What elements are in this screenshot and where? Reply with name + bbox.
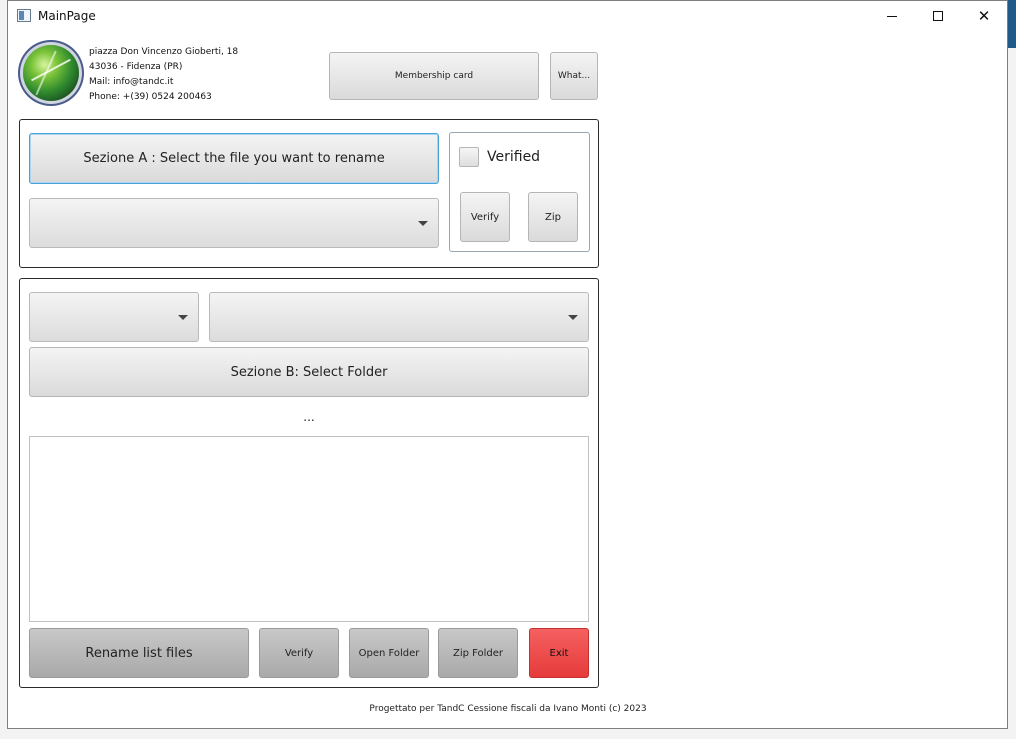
company-mail: Mail: info@tandc.it <box>89 77 174 87</box>
select-file-button[interactable]: Sezione A : Select the file you want to … <box>29 133 439 184</box>
rename-list-files-button[interactable]: Rename list files <box>29 628 249 678</box>
close-button[interactable]: ✕ <box>961 1 1007 31</box>
zip-button[interactable]: Zip <box>528 192 578 242</box>
section-b-combo-2[interactable] <box>209 292 589 342</box>
section-b-combo-1[interactable] <box>29 292 199 342</box>
what-button[interactable]: What... <box>550 52 598 100</box>
footer-credit: Progettato per TandC Cessione fiscali da… <box>369 704 647 714</box>
verify-folder-button[interactable]: Verify <box>259 628 339 678</box>
section-b-panel: Sezione B: Select Folder ... Rename list… <box>19 278 599 688</box>
title-bar[interactable]: MainPage ✕ <box>8 1 1007 31</box>
verify-file-button[interactable]: Verify <box>460 192 510 242</box>
select-folder-button[interactable]: Sezione B: Select Folder <box>29 347 589 397</box>
minimize-icon <box>887 15 897 17</box>
company-phone: Phone: +(39) 0524 200463 <box>89 92 212 102</box>
chevron-down-icon <box>418 221 428 226</box>
window-content: piazza Don Vincenzo Gioberti, 18 43036 -… <box>9 31 1007 728</box>
zip-folder-button[interactable]: Zip Folder <box>438 628 518 678</box>
company-logo <box>23 45 79 101</box>
maximize-icon <box>933 11 943 21</box>
company-address-block: piazza Don Vincenzo Gioberti, 18 43036 -… <box>89 45 238 105</box>
files-list[interactable] <box>29 436 589 622</box>
minimize-button[interactable] <box>869 1 915 31</box>
window-title: MainPage <box>38 9 96 23</box>
chevron-down-icon <box>568 315 578 320</box>
window-app-icon <box>17 9 31 22</box>
chevron-down-icon <box>178 315 188 320</box>
main-window: MainPage ✕ piazza Don Vincenzo Gioberti,… <box>7 0 1008 729</box>
address-line-2: 43036 - Fidenza (PR) <box>89 62 183 72</box>
verified-label: Verified <box>487 149 541 165</box>
file-select-combo[interactable] <box>29 198 439 248</box>
address-line-1: piazza Don Vincenzo Gioberti, 18 <box>89 47 239 57</box>
membership-card-button[interactable]: Membership card <box>329 52 539 100</box>
verified-checkbox[interactable] <box>459 147 479 167</box>
verify-zip-panel: Verified Verify Zip <box>449 132 590 252</box>
maximize-button[interactable] <box>915 1 961 31</box>
open-folder-button[interactable]: Open Folder <box>349 628 429 678</box>
exit-button[interactable]: Exit <box>529 628 589 678</box>
section-a-panel: Sezione A : Select the file you want to … <box>19 119 599 268</box>
close-icon: ✕ <box>977 7 991 25</box>
folder-path-label: ... <box>303 410 315 424</box>
